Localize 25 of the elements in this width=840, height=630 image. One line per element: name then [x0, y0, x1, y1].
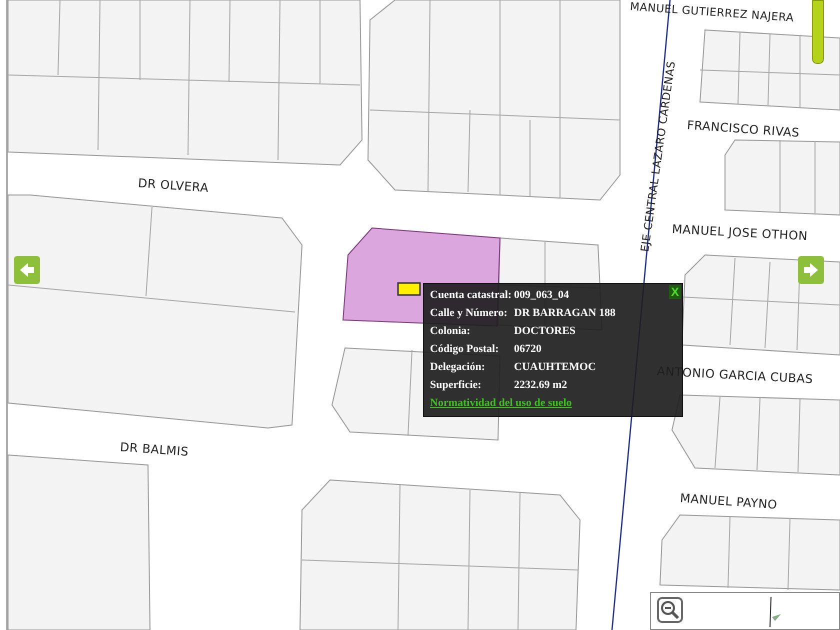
field-value: 009_063_04: [514, 288, 569, 303]
field-value: 06720: [514, 342, 542, 357]
field-label: Colonia:: [430, 324, 470, 339]
field-label: Delegación:: [430, 360, 485, 375]
field-label: Calle y Número:: [430, 306, 508, 321]
field-value: 2232.69 m2: [514, 378, 568, 393]
field-label: Cuenta catastral:: [430, 288, 512, 303]
field-value: DOCTORES: [514, 324, 576, 339]
street-label: FRANCISCO RIVAS: [686, 118, 800, 140]
land-use-link[interactable]: Normatividad del uso de suelo: [430, 397, 572, 409]
location-marker-icon: [397, 282, 421, 296]
field-label: Código Postal:: [430, 342, 499, 357]
street-label: MANUEL JOSE OTHON: [672, 222, 808, 244]
street-label: ANTONIO GARCIA CUBAS: [656, 364, 814, 386]
field-value: CUAUHTEMOC: [514, 360, 596, 375]
zoom-out-icon: [660, 600, 680, 620]
zoom-slider-bar[interactable]: [812, 0, 824, 64]
field-value: DR BARRAGAN 188: [514, 306, 616, 321]
street-label: DR BALMIS: [120, 440, 190, 459]
field-label: Superficie:: [430, 378, 482, 393]
street-label: MANUEL PAYNO: [680, 491, 778, 512]
street-label: MANUEL GUTIERREZ NAJERA: [630, 0, 794, 24]
zoom-out-button[interactable]: [657, 597, 683, 623]
street-label: DR OLVERA: [138, 176, 210, 195]
close-button[interactable]: X: [668, 285, 681, 299]
